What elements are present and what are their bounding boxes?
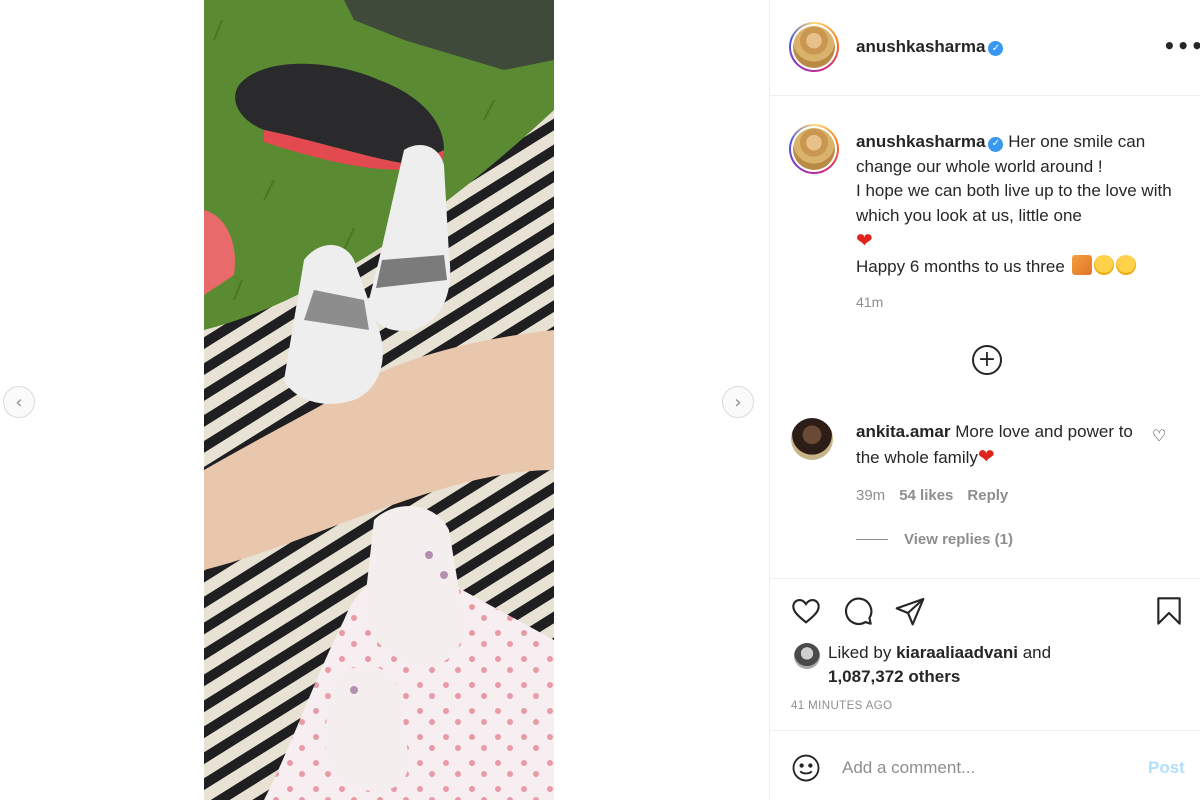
comment-time: 39m <box>856 487 886 504</box>
add-comment-input[interactable] <box>842 755 1122 781</box>
comment-icon[interactable] <box>842 595 874 627</box>
comment-meta: 39m 54 likes Reply <box>856 487 1008 504</box>
carousel-prev-button[interactable]: ‹ <box>3 386 35 418</box>
post-photo[interactable] <box>204 0 554 800</box>
comment: ankita.amar More love and power to the w… <box>856 420 1146 470</box>
view-replies-button[interactable]: View replies (1) <box>856 531 1013 548</box>
plus-circle-icon: + <box>977 347 997 372</box>
post-photo-illustration <box>204 0 554 800</box>
likes-prefix: Liked by <box>828 643 892 662</box>
section-divider <box>770 578 1200 579</box>
post-header: anushkasharma✓ ••• <box>770 0 1200 96</box>
caption-username[interactable]: anushkasharma <box>856 132 985 151</box>
red-heart-emoji-icon: ❤ <box>977 444 995 468</box>
author-username[interactable]: anushkasharma <box>856 37 985 56</box>
carousel-next-button[interactable]: › <box>722 386 754 418</box>
comment-like-heart-icon[interactable]: ♡ <box>1152 426 1166 445</box>
author-avatar-image <box>793 26 835 68</box>
commenter-avatar[interactable] <box>791 418 833 460</box>
likes-others[interactable]: 1,087,372 others <box>828 667 960 686</box>
view-replies-line <box>856 539 888 540</box>
add-comment-bar: Post <box>770 730 1200 800</box>
post-timestamp[interactable]: 41 MINUTES AGO <box>791 700 892 712</box>
caption-line-2: I hope we can both live up to the love w… <box>856 181 1172 225</box>
caption-author-avatar[interactable] <box>789 124 839 174</box>
author-avatar[interactable] <box>789 22 839 72</box>
smiley-icon[interactable] <box>791 753 821 783</box>
post-comment-button[interactable]: Post <box>1148 758 1185 778</box>
red-heart-emoji-icon: ❤ <box>856 228 873 252</box>
likes-summary: Liked by kiaraaliaadvani and 1,087,372 o… <box>828 641 1168 689</box>
commenter-username[interactable]: ankita.amar <box>856 422 951 441</box>
share-icon[interactable] <box>894 595 926 627</box>
post-actions <box>790 595 1185 629</box>
caption-time: 41m <box>856 294 884 310</box>
smiling-hearts-emoji-icon <box>1093 254 1114 275</box>
chevron-right-icon: › <box>734 391 742 413</box>
heart-icon[interactable] <box>790 595 822 627</box>
post-details-panel: anushkasharma✓ ••• anushkasharma✓ Her on… <box>769 0 1200 800</box>
comment-reply-button[interactable]: Reply <box>967 487 1008 504</box>
post-caption: anushkasharma ✓ Her one smile can change … <box>856 130 1186 279</box>
view-replies-label: View replies (1) <box>904 531 1013 548</box>
chevron-left-icon: ‹ <box>15 391 23 413</box>
likes-joiner: and <box>1022 643 1052 662</box>
load-more-comments-button[interactable]: + <box>972 345 1002 375</box>
liker-username[interactable]: kiaraaliaadvani <box>896 643 1018 662</box>
caption-line-3: Happy 6 months to us three <box>856 256 1065 276</box>
caption-author-avatar-image <box>793 128 835 170</box>
comment-likes[interactable]: 54 likes <box>899 487 953 504</box>
more-options-icon[interactable]: ••• <box>1163 34 1200 58</box>
bookmark-icon[interactable] <box>1153 595 1185 627</box>
verified-badge-icon: ✓ <box>988 136 1004 152</box>
media-area: ‹ › <box>0 0 770 800</box>
family-emoji-icon <box>1071 254 1092 275</box>
author-name-row: anushkasharma ✓ <box>856 37 1004 57</box>
verified-badge-icon: ✓ <box>988 41 1004 56</box>
liker-avatar[interactable] <box>794 643 820 669</box>
grinning-emoji-icon <box>1115 254 1136 275</box>
